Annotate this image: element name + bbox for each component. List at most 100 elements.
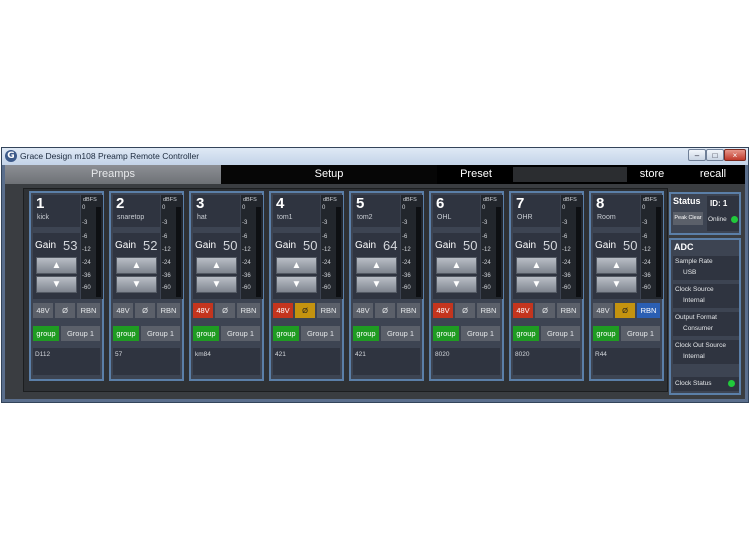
phase-invert-button[interactable]: Ø	[615, 303, 635, 318]
mic-name-field[interactable]: D112	[33, 348, 100, 375]
phantom-power-button[interactable]: 48V	[353, 303, 373, 318]
phase-invert-button[interactable]: Ø	[535, 303, 555, 318]
meter-tick: -6	[642, 234, 648, 240]
ribbon-mode-button[interactable]: RBN	[557, 303, 580, 318]
gain-up-button[interactable]: ▲	[436, 257, 477, 274]
group-select[interactable]: Group 1	[381, 326, 420, 341]
maximize-button[interactable]: □	[706, 149, 724, 161]
group-select[interactable]: Group 1	[221, 326, 260, 341]
tab-preamps[interactable]: Preamps	[5, 165, 221, 184]
clock-out-source-select[interactable]: Clock Out Source Internal	[673, 340, 739, 364]
meter-tick: -12	[482, 247, 491, 253]
gain-up-button[interactable]: ▲	[516, 257, 557, 274]
gain-up-button[interactable]: ▲	[116, 257, 157, 274]
mic-name-field[interactable]: 421	[353, 348, 420, 375]
channel-number: 6	[436, 195, 445, 212]
mic-name-field[interactable]: 8020	[513, 348, 580, 375]
phase-invert-button[interactable]: Ø	[375, 303, 395, 318]
recall-button[interactable]: recall	[681, 165, 745, 184]
phantom-power-button[interactable]: 48V	[193, 303, 213, 318]
gain-up-button[interactable]: ▲	[36, 257, 77, 274]
channel-name[interactable]: snaretop	[117, 214, 144, 221]
title-bar[interactable]: G Grace Design m108 Preamp Remote Contro…	[2, 148, 748, 165]
status-panel: Status Peak Clear ID: 1 Online	[669, 192, 741, 235]
phantom-power-button[interactable]: 48V	[33, 303, 53, 318]
phantom-power-button[interactable]: 48V	[113, 303, 133, 318]
phase-invert-button[interactable]: Ø	[135, 303, 155, 318]
group-toggle-button[interactable]: group	[33, 326, 59, 341]
gain-up-button[interactable]: ▲	[196, 257, 237, 274]
channel-strip: 7 OHR dBFS 0 -3 -6 -12 -24 -36 -60 Gain 50 ▲ ▼ 48V Ø RBN…	[509, 191, 584, 381]
phase-invert-button[interactable]: Ø	[295, 303, 315, 318]
gain-down-button[interactable]: ▼	[436, 276, 477, 293]
phantom-power-button[interactable]: 48V	[433, 303, 453, 318]
channel-name[interactable]: OHL	[437, 214, 451, 221]
meter-tick: -3	[642, 220, 648, 226]
meter-bar	[336, 207, 341, 297]
phantom-power-button[interactable]: 48V	[513, 303, 533, 318]
phantom-power-button[interactable]: 48V	[593, 303, 613, 318]
ribbon-mode-button[interactable]: RBN	[237, 303, 260, 318]
group-select[interactable]: Group 1	[141, 326, 180, 341]
gain-up-button[interactable]: ▲	[276, 257, 317, 274]
phantom-power-button[interactable]: 48V	[273, 303, 293, 318]
group-toggle-button[interactable]: group	[353, 326, 379, 341]
gain-down-button[interactable]: ▼	[596, 276, 637, 293]
toggle-row: 48V Ø RBN	[353, 303, 420, 319]
clock-source-select[interactable]: Clock Source Internal	[673, 284, 739, 308]
ribbon-mode-button[interactable]: RBN	[477, 303, 500, 318]
meter-tick: -3	[242, 220, 248, 226]
group-select[interactable]: Group 1	[301, 326, 340, 341]
group-toggle-button[interactable]: group	[113, 326, 139, 341]
gain-down-button[interactable]: ▼	[196, 276, 237, 293]
phase-invert-button[interactable]: Ø	[215, 303, 235, 318]
channel-name[interactable]: tom1	[277, 214, 293, 221]
tab-setup[interactable]: Setup	[221, 165, 437, 184]
gain-down-button[interactable]: ▼	[36, 276, 77, 293]
gain-down-button[interactable]: ▼	[116, 276, 157, 293]
channel-name[interactable]: tom2	[357, 214, 373, 221]
group-select[interactable]: Group 1	[461, 326, 500, 341]
ribbon-mode-button[interactable]: RBN	[77, 303, 100, 318]
group-toggle-button[interactable]: group	[273, 326, 299, 341]
online-led-icon	[731, 216, 738, 223]
mic-name-field[interactable]: R44	[593, 348, 660, 375]
gain-down-button[interactable]: ▼	[356, 276, 397, 293]
gain-up-button[interactable]: ▲	[356, 257, 397, 274]
meter-tick: 0	[482, 205, 486, 211]
close-button[interactable]: ×	[724, 149, 746, 161]
gain-up-button[interactable]: ▲	[596, 257, 637, 274]
mic-name-field[interactable]: 57	[113, 348, 180, 375]
ribbon-mode-button[interactable]: RBN	[637, 303, 660, 318]
meter-tick: -24	[322, 260, 331, 266]
ribbon-mode-button[interactable]: RBN	[157, 303, 180, 318]
group-select[interactable]: Group 1	[61, 326, 100, 341]
group-toggle-button[interactable]: group	[193, 326, 219, 341]
group-select[interactable]: Group 1	[541, 326, 580, 341]
phase-invert-button[interactable]: Ø	[455, 303, 475, 318]
minimize-button[interactable]: –	[688, 149, 706, 161]
ribbon-mode-button[interactable]: RBN	[317, 303, 340, 318]
channel-name[interactable]: Room	[597, 214, 616, 221]
channel-name[interactable]: hat	[197, 214, 207, 221]
group-toggle-button[interactable]: group	[593, 326, 619, 341]
mic-name-field[interactable]: km84	[193, 348, 260, 375]
meter-unit: dBFS	[243, 197, 257, 203]
gain-down-button[interactable]: ▼	[276, 276, 317, 293]
mic-name-field[interactable]: 421	[273, 348, 340, 375]
phase-invert-button[interactable]: Ø	[55, 303, 75, 318]
channel-name[interactable]: OHR	[517, 214, 533, 221]
gain-down-button[interactable]: ▼	[516, 276, 557, 293]
ribbon-mode-button[interactable]: RBN	[397, 303, 420, 318]
sample-rate-select[interactable]: Sample Rate USB	[673, 256, 739, 280]
store-button[interactable]: store	[627, 165, 677, 184]
meter-tick: -12	[82, 247, 91, 253]
group-toggle-button[interactable]: group	[513, 326, 539, 341]
output-format-select[interactable]: Output Format Consumer	[673, 312, 739, 336]
preset-name-field[interactable]	[513, 167, 629, 182]
group-toggle-button[interactable]: group	[433, 326, 459, 341]
peak-clear-button[interactable]: Peak Clear	[673, 212, 703, 225]
channel-name[interactable]: kick	[37, 214, 49, 221]
group-select[interactable]: Group 1	[621, 326, 660, 341]
mic-name-field[interactable]: 8020	[433, 348, 500, 375]
